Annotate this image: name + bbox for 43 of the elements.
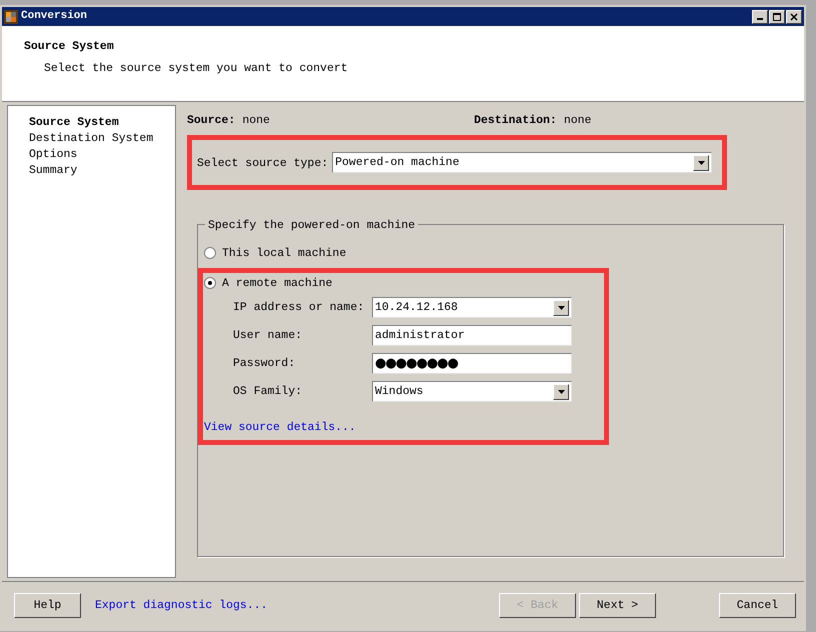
page-subtitle: Select the source system you want to convert [43,61,349,78]
maximize-icon [773,12,781,20]
source-type-label: Select source type: [197,156,328,172]
radio-button[interactable] [204,247,216,260]
caret-icon [558,306,564,310]
close-button[interactable] [786,10,802,24]
input-field[interactable]: administrator [372,325,572,346]
summary-value: none [564,113,592,129]
view-source-details-link[interactable]: View source details... [204,419,356,436]
step-item[interactable]: Destination System [29,131,175,147]
radio-label: This local machine [222,246,346,262]
password-field[interactable]: ●●●●●●●● [372,353,572,374]
maximize-button[interactable] [769,10,785,24]
step-item[interactable]: Options [29,147,175,163]
source-type-dropdown[interactable]: Powered-on machine [332,152,712,174]
caret-icon [698,160,705,165]
dropdown-button[interactable] [553,300,569,316]
field-label: IP address or name: [233,300,366,316]
help-button[interactable]: Help [14,593,81,618]
field-label: User name: [233,328,304,344]
close-icon [790,12,798,20]
minimize-button[interactable] [752,10,768,24]
window-title: Conversion [21,9,88,24]
cancel-button[interactable]: Cancel [719,593,796,618]
field-label: Password: [233,356,296,372]
summary-value: none [242,113,270,129]
next-button[interactable]: Next > [579,593,656,618]
caret-icon [558,390,564,394]
dropdown-button[interactable] [553,384,569,400]
page-title: Source System [24,39,115,55]
step-item[interactable]: Summary [29,163,175,179]
app-icon [4,10,18,24]
minimize-icon [757,18,763,20]
radio-button[interactable] [204,277,216,290]
combo-box[interactable]: 10.24.12.168 [372,297,572,318]
dropdown-button[interactable] [693,154,710,171]
radio-label: A remote machine [222,276,332,292]
step-item[interactable]: Source System [29,115,175,131]
field-label: OS Family: [233,384,304,400]
export-logs-link[interactable]: Export diagnostic logs... [95,596,268,614]
combo-box[interactable]: Windows [372,381,572,402]
summary-label: Source: [187,113,236,129]
summary-label: Destination: [474,113,557,129]
